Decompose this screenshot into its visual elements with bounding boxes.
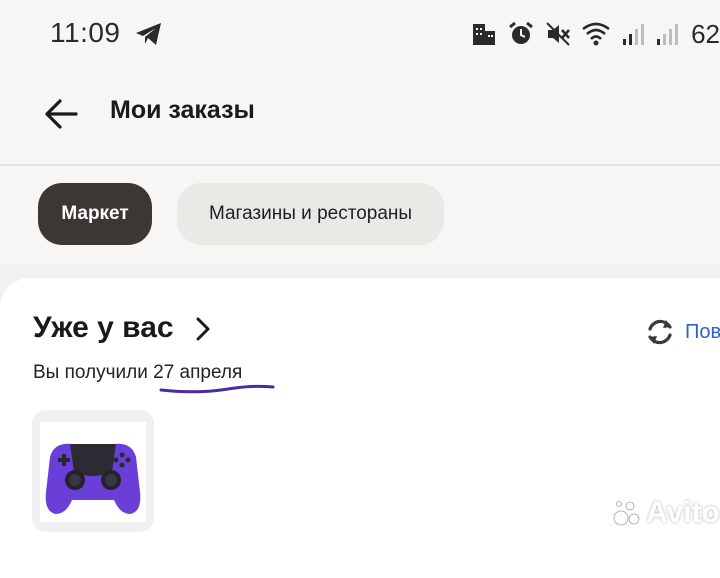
tab-shops-restaurants[interactable]: Магазины и рестораны	[177, 183, 444, 245]
battery-level: 62	[691, 18, 720, 49]
page-title: Мои заказы	[110, 96, 255, 124]
mute-icon	[546, 22, 571, 46]
gamepad-image	[45, 443, 141, 514]
tab-market[interactable]: Маркет	[38, 183, 152, 245]
avito-watermark-text: Avito	[646, 496, 720, 529]
order-card: Уже у вас Вы получили 27 апреля Пов	[0, 278, 720, 578]
signal-icon	[623, 24, 645, 45]
wifi-icon	[582, 22, 610, 46]
telegram-icon	[136, 23, 161, 45]
product-thumbnail[interactable]	[32, 410, 154, 532]
refresh-icon	[648, 319, 672, 345]
status-icons: 62	[471, 18, 720, 50]
app-header: Мои заказы	[0, 70, 720, 166]
repeat-order-button[interactable]: Пов	[643, 315, 720, 349]
order-status-title[interactable]: Уже у вас	[33, 311, 174, 345]
tabs-bar: Маркет Магазины и рестораны	[0, 166, 720, 264]
arrow-left-icon[interactable]	[40, 92, 84, 136]
avito-logo-icon	[613, 501, 640, 526]
product-image-frame	[40, 422, 146, 522]
avito-watermark: Avito	[612, 496, 720, 530]
received-label: Вы получили	[33, 362, 154, 383]
status-bar: 11:09 62	[0, 0, 720, 70]
handwritten-underline	[159, 384, 275, 394]
status-time: 11:09	[50, 17, 121, 48]
alarm-icon	[509, 21, 534, 44]
repeat-order-label: Пов	[685, 320, 720, 343]
signal-icon-2	[657, 24, 679, 45]
building-icon	[473, 24, 496, 45]
chevron-right-icon[interactable]	[192, 316, 214, 342]
